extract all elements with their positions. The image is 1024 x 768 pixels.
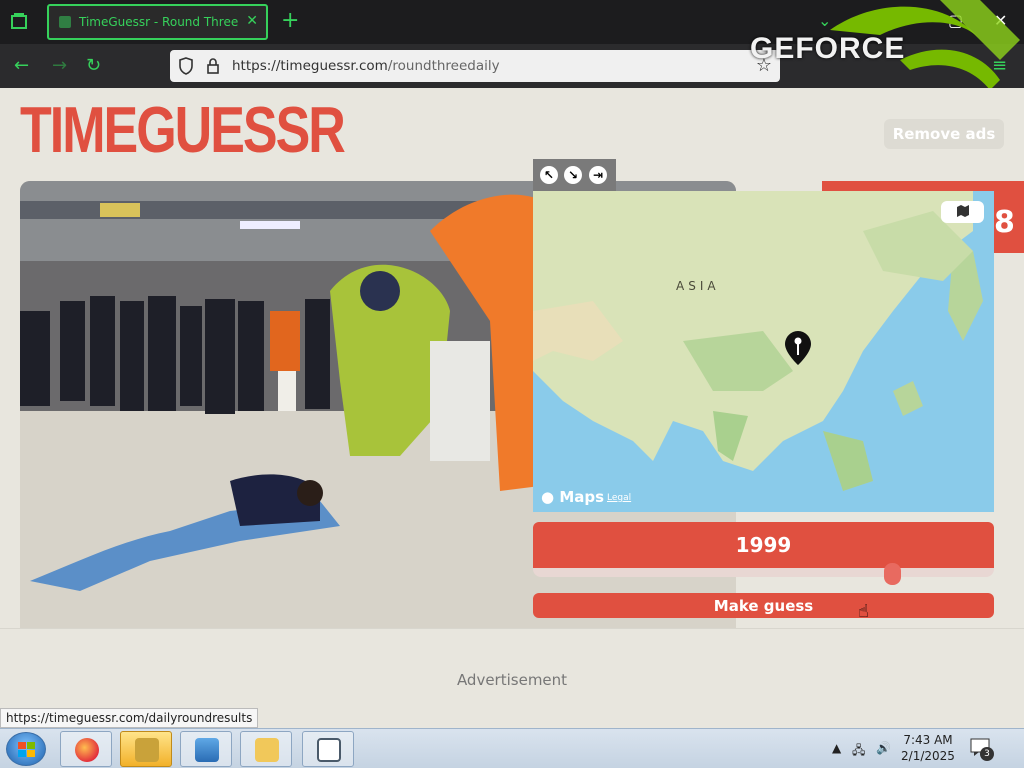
status-bar-url: https://timeguessr.com/dailyroundresults	[0, 708, 259, 728]
tab-manager-icon[interactable]	[8, 11, 30, 33]
browser-tab-active[interactable]: TimeGuessr - Round Three ✕	[47, 4, 268, 40]
firefox-icon	[75, 738, 99, 762]
map-terrain	[533, 191, 994, 512]
map-shrink-icon[interactable]: ↘	[564, 166, 582, 184]
map-toolbar: ↖ ↘ ⇥	[533, 159, 616, 191]
guess-pin-icon[interactable]	[785, 331, 811, 365]
map-legal-link[interactable]: Legal	[607, 493, 631, 503]
page-content: TIMEGUESSR Remove ads 8 ↖ ↘ ⇥ ASIA ● Map…	[0, 88, 1024, 628]
tab-title: TimeGuessr - Round Three	[79, 15, 239, 29]
geforce-overlay-logo: GEFORCE	[750, 0, 1024, 90]
url-text[interactable]: https://timeguessr.com/roundthreedaily	[232, 58, 500, 74]
hand-cursor-icon: ☝	[858, 601, 869, 622]
app-icon	[135, 738, 159, 762]
remove-ads-button[interactable]: Remove ads	[884, 119, 1004, 149]
apple-logo-icon: ●	[541, 488, 555, 506]
year-slider-thumb[interactable]	[884, 563, 901, 585]
map-layers-button[interactable]	[941, 201, 984, 223]
forward-button[interactable]: →	[52, 55, 67, 77]
system-clock[interactable]: 7:43 AM 2/1/2025	[895, 732, 961, 764]
guess-map[interactable]: ASIA ● Maps Legal	[533, 191, 994, 512]
shield-icon[interactable]	[178, 57, 194, 75]
window-icon	[317, 738, 341, 762]
map-region-label: ASIA	[676, 279, 720, 293]
year-display: 1999	[533, 522, 994, 568]
tab-close-icon[interactable]: ✕	[246, 13, 258, 29]
taskbar-window[interactable]	[302, 731, 354, 767]
taskbar-firefox[interactable]	[60, 731, 112, 767]
computer-icon	[195, 738, 219, 762]
map-icon	[956, 204, 969, 217]
taskbar-explorer[interactable]	[240, 731, 292, 767]
map-expand-icon[interactable]: ↖	[540, 166, 558, 184]
address-bar[interactable]: https://timeguessr.com/roundthreedaily ☆	[170, 50, 780, 82]
folder-icon	[255, 738, 279, 762]
reload-button[interactable]: ↻	[86, 55, 101, 77]
clock-time: 7:43 AM	[903, 733, 953, 747]
taskbar-control-panel[interactable]	[180, 731, 232, 767]
start-button[interactable]	[6, 732, 46, 766]
geforce-wordmark: GEFORCE	[750, 32, 906, 65]
notification-count-badge: 3	[980, 747, 994, 761]
windows-logo-icon	[18, 742, 35, 757]
back-button[interactable]: ←	[14, 55, 29, 77]
volume-icon[interactable]: 🔊	[876, 741, 891, 755]
round-number: 8	[994, 205, 1015, 240]
clock-date: 2/1/2025	[901, 749, 955, 763]
lock-icon[interactable]	[206, 57, 220, 75]
tab-favicon-icon	[59, 16, 71, 28]
advertisement-label: Advertisement	[456, 671, 568, 689]
site-logo[interactable]: TIMEGUESSR	[20, 98, 346, 163]
taskbar-app-active[interactable]	[120, 731, 172, 767]
year-slider-track[interactable]	[533, 568, 994, 577]
network-icon[interactable]: 🖧	[852, 741, 865, 762]
make-guess-button[interactable]: Make guess	[533, 593, 994, 618]
map-pin-toggle-icon[interactable]: ⇥	[589, 166, 607, 184]
map-attribution: ● Maps	[541, 488, 605, 506]
tray-expand-icon[interactable]: ▲	[832, 741, 841, 755]
new-tab-button[interactable]: +	[281, 9, 299, 33]
windows-taskbar: ▲ 🖧 🔊 7:43 AM 2/1/2025 3	[0, 728, 1024, 768]
